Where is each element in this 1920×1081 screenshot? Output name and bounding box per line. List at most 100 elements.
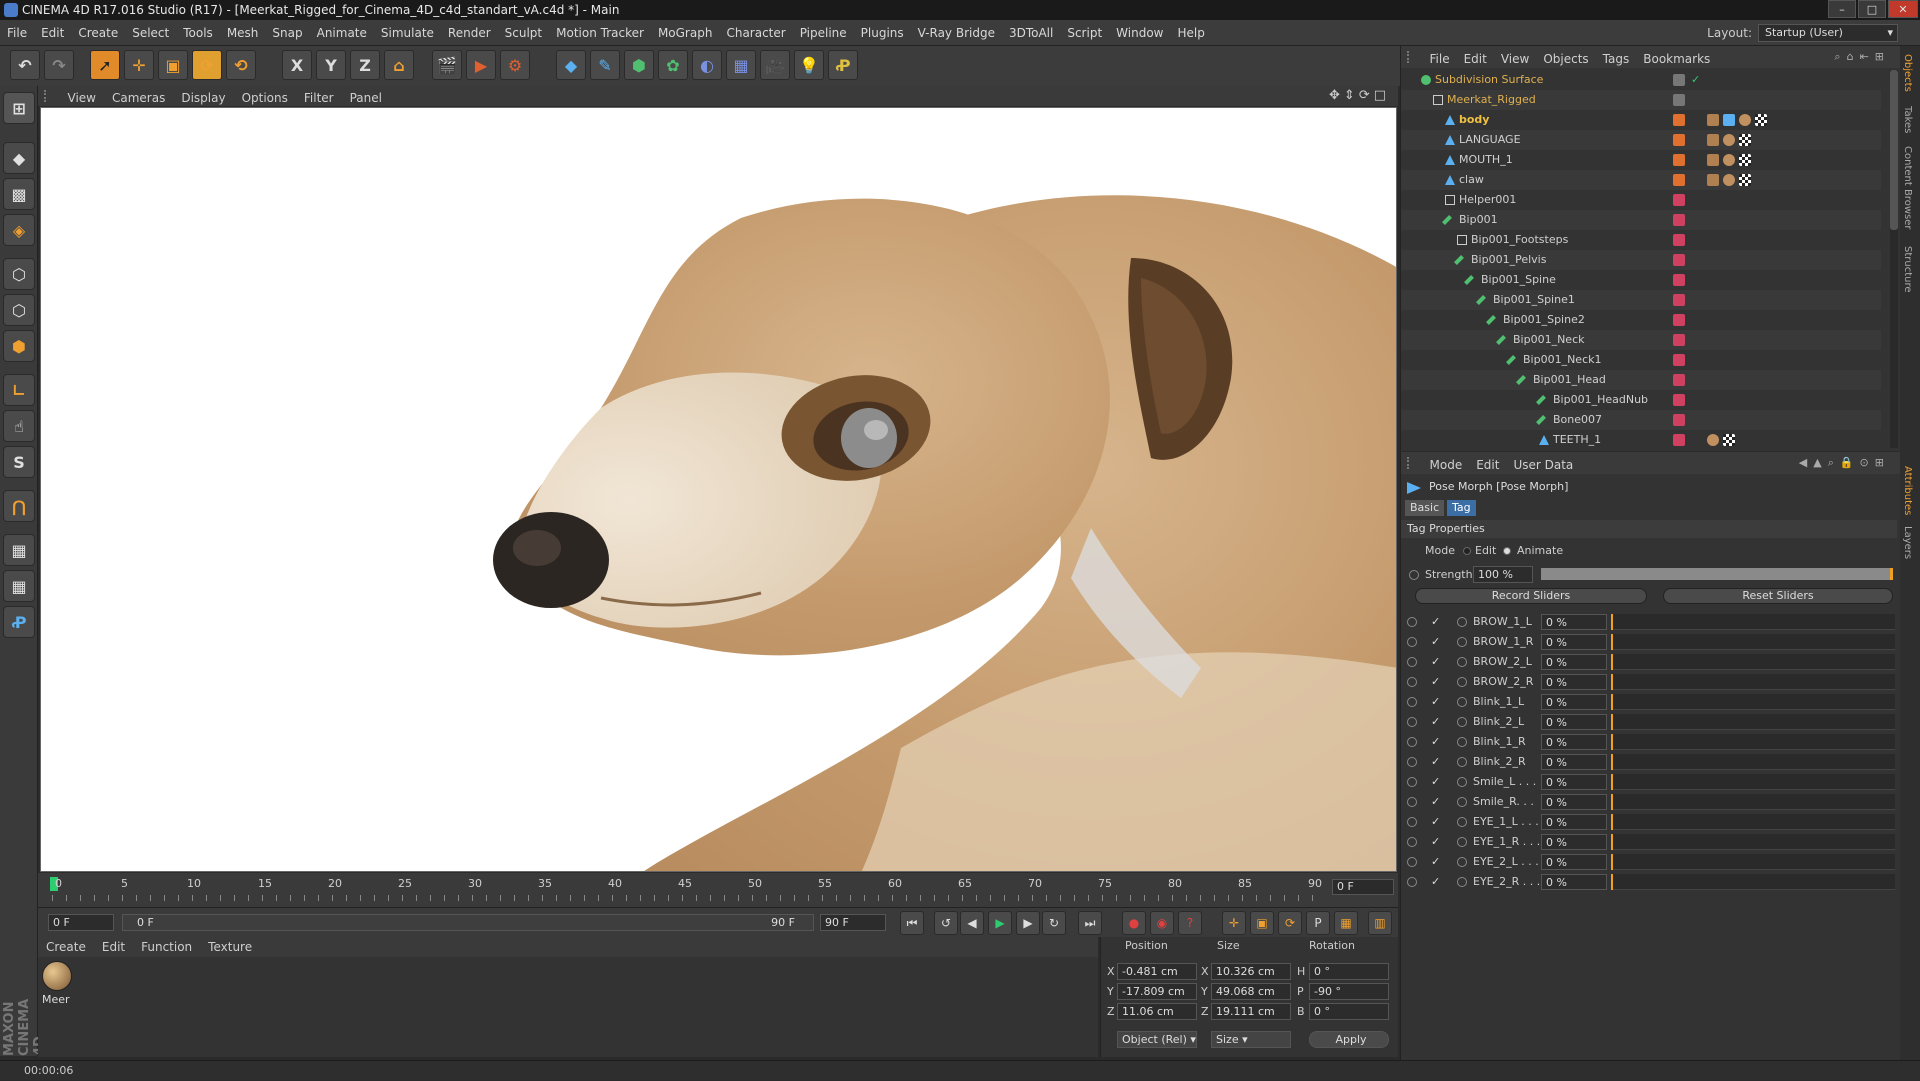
end-frame-field[interactable]: 90 F bbox=[820, 914, 886, 931]
tree-row[interactable]: Meerkat_Rigged bbox=[1401, 90, 1881, 110]
material-menu-edit[interactable]: Edit bbox=[94, 937, 133, 957]
menu-create[interactable]: Create bbox=[71, 20, 125, 46]
layer-color-tag[interactable] bbox=[1673, 414, 1685, 426]
tree-row[interactable]: Bip001_Footsteps bbox=[1401, 230, 1881, 250]
morph-row[interactable]: ✓ BROW_1_R 0 % bbox=[1401, 632, 1897, 652]
layer-color-tag[interactable] bbox=[1673, 234, 1685, 246]
magnet-icon[interactable]: ⋂ bbox=[3, 490, 35, 522]
layer-color-tag[interactable] bbox=[1673, 254, 1685, 266]
material-menu-create[interactable]: Create bbox=[38, 937, 94, 957]
checkbox-icon[interactable]: ✓ bbox=[1431, 632, 1440, 652]
tree-row[interactable]: Bip001_Pelvis bbox=[1401, 250, 1881, 270]
viewport-nav-icons[interactable]: ✥⇕⟳□ bbox=[1329, 86, 1390, 106]
redo-icon[interactable]: ↷ bbox=[44, 50, 74, 80]
visibility-tag[interactable] bbox=[1673, 74, 1685, 86]
texture-tag-icon[interactable] bbox=[1707, 134, 1719, 146]
axis-mode-icon[interactable]: ∟ bbox=[3, 374, 35, 406]
layer-color-tag[interactable] bbox=[1673, 394, 1685, 406]
animate-dot-icon[interactable] bbox=[1407, 817, 1417, 827]
animate-dot-icon[interactable] bbox=[1407, 657, 1417, 667]
previous-frame-icon[interactable]: ◀ bbox=[960, 911, 984, 935]
tree-row[interactable]: Subdivision Surface ✓ bbox=[1401, 70, 1881, 90]
menu-select[interactable]: Select bbox=[125, 20, 176, 46]
uvw-tag-icon[interactable] bbox=[1739, 154, 1751, 166]
rotation-p-field[interactable]: -90 ° bbox=[1309, 983, 1389, 1000]
checkbox-icon[interactable]: ✓ bbox=[1431, 652, 1440, 672]
checkbox-icon[interactable]: ✓ bbox=[1431, 792, 1440, 812]
python-script-icon[interactable]: Ꝓ bbox=[3, 606, 35, 638]
animate-dot-icon[interactable] bbox=[1407, 757, 1417, 767]
subdivision-icon[interactable]: ⬢ bbox=[624, 50, 654, 80]
animate-dot-icon[interactable] bbox=[1457, 657, 1467, 667]
animate-dot-icon[interactable] bbox=[1407, 617, 1417, 627]
animate-dot-icon[interactable] bbox=[1407, 797, 1417, 807]
key-rotation-icon[interactable]: ⟳ bbox=[1278, 911, 1302, 935]
visibility-tag[interactable] bbox=[1673, 94, 1685, 106]
tree-row[interactable]: body bbox=[1401, 110, 1881, 130]
animate-dot-icon[interactable] bbox=[1407, 697, 1417, 707]
deformer-icon[interactable]: ◐ bbox=[692, 50, 722, 80]
menu-mograph[interactable]: MoGraph bbox=[651, 20, 720, 46]
morph-slider[interactable] bbox=[1611, 614, 1895, 630]
layer-color-tag[interactable] bbox=[1673, 154, 1685, 166]
layer-color-tag[interactable] bbox=[1673, 294, 1685, 306]
checkbox-icon[interactable]: ✓ bbox=[1431, 712, 1440, 732]
preview-range-slider[interactable]: 0 F 90 F bbox=[122, 914, 814, 931]
tree-row[interactable]: Bip001_Spine bbox=[1401, 270, 1881, 290]
tree-row[interactable]: Bone007 bbox=[1401, 410, 1881, 430]
morph-slider[interactable] bbox=[1611, 694, 1895, 710]
render-picture-viewer-icon[interactable]: ▶ bbox=[466, 50, 496, 80]
material-tag-icon[interactable] bbox=[1723, 134, 1735, 146]
record-keys-icon[interactable]: ● bbox=[1122, 911, 1146, 935]
object-tree-scrollbar[interactable] bbox=[1890, 70, 1898, 448]
menu-window[interactable]: Window bbox=[1109, 20, 1170, 46]
tab-basic[interactable]: Basic bbox=[1405, 500, 1445, 516]
animate-dot-icon[interactable] bbox=[1407, 637, 1417, 647]
size-mode-select[interactable]: Size ▾ bbox=[1211, 1031, 1291, 1048]
animate-dot-icon[interactable] bbox=[1457, 637, 1467, 647]
apply-button[interactable]: Apply bbox=[1309, 1031, 1389, 1048]
uvw-tag-icon[interactable] bbox=[1739, 134, 1751, 146]
strength-field[interactable]: 100 % bbox=[1473, 566, 1533, 583]
morph-slider[interactable] bbox=[1611, 794, 1895, 810]
menu-tools[interactable]: Tools bbox=[176, 20, 220, 46]
menu-sculpt[interactable]: Sculpt bbox=[498, 20, 549, 46]
maximize-button[interactable]: □ bbox=[1858, 0, 1886, 18]
reset-sliders-button[interactable]: Reset Sliders bbox=[1663, 588, 1893, 604]
morph-slider[interactable] bbox=[1611, 714, 1895, 730]
pen-spline-icon[interactable]: ✎ bbox=[590, 50, 620, 80]
go-to-end-icon[interactable]: ⏭ bbox=[1078, 911, 1102, 935]
previous-key-icon[interactable]: ↺ bbox=[934, 911, 958, 935]
texture-tag-icon[interactable] bbox=[1707, 114, 1719, 126]
checkbox-icon[interactable]: ✓ bbox=[1431, 832, 1440, 852]
locked-workplane-icon[interactable]: ▦ bbox=[3, 570, 35, 602]
morph-row[interactable]: ✓ Blink_1_L 0 % bbox=[1401, 692, 1897, 712]
menu-help[interactable]: Help bbox=[1170, 20, 1211, 46]
texture-tag-icon[interactable] bbox=[1707, 174, 1719, 186]
animate-dot-icon[interactable] bbox=[1407, 877, 1417, 887]
animate-dot-icon[interactable] bbox=[1407, 737, 1417, 747]
animate-dot-icon[interactable] bbox=[1407, 857, 1417, 867]
material-menu-texture[interactable]: Texture bbox=[200, 937, 260, 957]
animate-dot-icon[interactable] bbox=[1407, 717, 1417, 727]
animate-dot-icon[interactable] bbox=[1457, 697, 1467, 707]
size-y-field[interactable]: 49.068 cm bbox=[1211, 983, 1291, 1000]
polygons-mode-icon[interactable]: ⬢ bbox=[3, 330, 35, 362]
morph-slider[interactable] bbox=[1611, 754, 1895, 770]
animate-dot-icon[interactable] bbox=[1457, 717, 1467, 727]
menu-3dtoall[interactable]: 3DToAll bbox=[1002, 20, 1060, 46]
menu-motion-tracker[interactable]: Motion Tracker bbox=[549, 20, 651, 46]
morph-slider[interactable] bbox=[1611, 774, 1895, 790]
mograph-cloner-icon[interactable]: ✿ bbox=[658, 50, 688, 80]
morph-row[interactable]: ✓ BROW_2_L 0 % bbox=[1401, 652, 1897, 672]
morph-slider[interactable] bbox=[1611, 854, 1895, 870]
tree-row[interactable]: Bip001_Head bbox=[1401, 370, 1881, 390]
menu-pipeline[interactable]: Pipeline bbox=[793, 20, 854, 46]
layer-color-tag[interactable] bbox=[1673, 434, 1685, 446]
om-menu-tags[interactable]: Tags bbox=[1596, 48, 1637, 70]
animate-dot-icon[interactable] bbox=[1457, 777, 1467, 787]
tree-row[interactable]: MOUTH_1 bbox=[1401, 150, 1881, 170]
layer-color-tag[interactable] bbox=[1673, 134, 1685, 146]
render-settings-icon[interactable]: ⚙ bbox=[500, 50, 530, 80]
points-mode-icon[interactable]: ⬡ bbox=[3, 258, 35, 290]
